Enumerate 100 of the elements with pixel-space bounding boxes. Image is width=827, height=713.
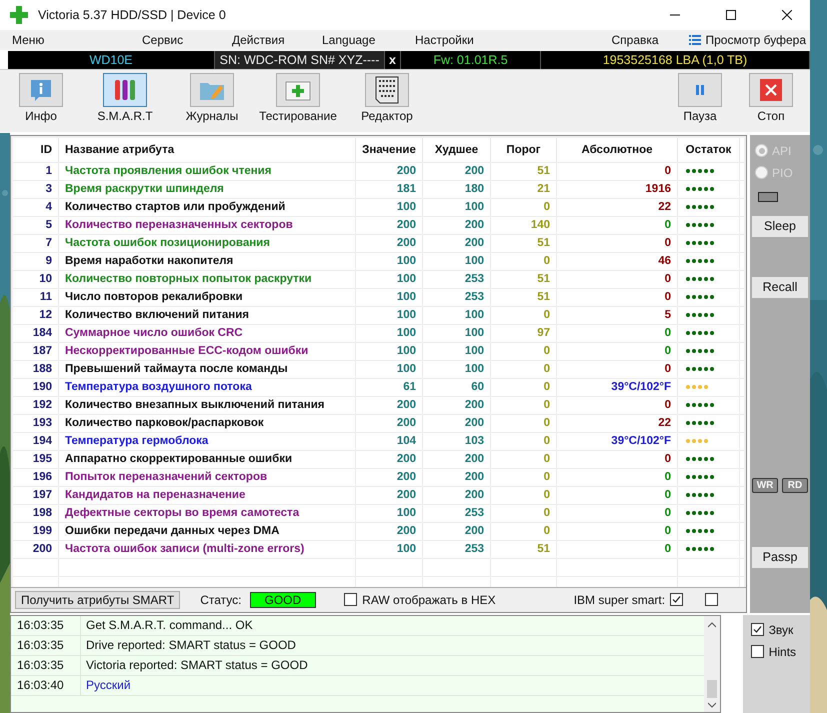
- table-cell: 0: [491, 432, 557, 450]
- radio-button[interactable]: [755, 144, 768, 158]
- menu-item[interactable]: Действия: [232, 32, 322, 47]
- table-cell: 51: [491, 540, 557, 558]
- table-cell: 200: [356, 522, 423, 540]
- column-header[interactable]: Худшее: [423, 138, 491, 162]
- table-cell: 200: [13, 540, 59, 558]
- maximize-icon[interactable]: [726, 10, 736, 20]
- table-cell: 22: [557, 198, 678, 216]
- radio-button[interactable]: [755, 166, 768, 180]
- table-cell: Нескорректированные ECC-кодом ошибки: [59, 342, 356, 360]
- table-cell: 190: [13, 378, 59, 396]
- table-cell: 0: [491, 450, 557, 468]
- column-header[interactable]: ID: [13, 138, 59, 162]
- log-time: 16:03:35: [11, 656, 81, 675]
- table-cell: 200: [356, 468, 423, 486]
- close-icon: [760, 79, 782, 102]
- table-cell: 0: [557, 486, 678, 504]
- table-cell: 0: [557, 270, 678, 288]
- column-header[interactable]: Название атрибута: [59, 138, 356, 162]
- table-cell: 253: [423, 540, 491, 558]
- checkbox-label: Hints: [768, 644, 796, 659]
- table-cell: 0: [557, 342, 678, 360]
- table-cell: 0: [557, 396, 678, 414]
- column-header[interactable]: Порог: [491, 138, 557, 162]
- checkbox-label: Звук: [768, 622, 794, 637]
- first-aid-kit-icon: [285, 79, 311, 102]
- menu-item[interactable]: Сервис: [142, 32, 232, 47]
- table-cell: 100: [356, 198, 423, 216]
- table-cell: 200: [356, 486, 423, 504]
- table-cell: Частота ошибок записи (multi-zone errors): [59, 540, 356, 558]
- scrollbar-thumb[interactable]: [706, 680, 717, 698]
- menu-item[interactable]: Меню: [12, 32, 142, 47]
- table-cell: 100: [356, 288, 423, 306]
- table-cell: 253: [423, 288, 491, 306]
- table-cell: 184: [13, 324, 59, 342]
- table-cell: 0: [491, 486, 557, 504]
- table-cell: 100: [423, 198, 491, 216]
- table-cell: 197: [13, 486, 59, 504]
- side-button[interactable]: Recall: [752, 276, 808, 298]
- buffer-view-button[interactable]: Просмотр буфера: [689, 32, 810, 47]
- pause-icon: [693, 83, 707, 98]
- get-smart-button[interactable]: Получить атрибуты SMART: [15, 590, 180, 609]
- column-header[interactable]: Остаток: [678, 138, 740, 162]
- table-cell: 0: [557, 360, 678, 378]
- menu-item[interactable]: Language: [322, 32, 415, 47]
- table-cell: Число повторов рекалибровки: [59, 288, 356, 306]
- window-title: Victoria 5.37 HDD/SSD | Device 0: [38, 8, 227, 22]
- table-cell: 0: [491, 252, 557, 270]
- table-cell: Превышений таймаута после команды: [59, 360, 356, 378]
- close-icon[interactable]: [782, 10, 792, 20]
- scroll-up-icon[interactable]: [708, 622, 716, 628]
- table-cell: 39°C/102°F: [557, 432, 678, 450]
- table-cell: 200: [356, 450, 423, 468]
- column-header[interactable]: Абсолютное: [557, 138, 678, 162]
- menu-item[interactable]: Справка: [611, 32, 690, 47]
- toolbar-button[interactable]: S.M.A.R.T: [70, 73, 180, 124]
- scroll-down-icon[interactable]: [708, 702, 716, 708]
- table-cell: 193: [13, 414, 59, 432]
- table-cell: Температура воздушного потока: [59, 378, 356, 396]
- table-cell: 51: [491, 162, 557, 180]
- side-button[interactable]: Passp: [752, 546, 808, 568]
- table-cell: 100: [356, 540, 423, 558]
- table-cell: 100: [423, 306, 491, 324]
- toolbar-button[interactable]: Пауза: [662, 73, 738, 124]
- table-cell: 5: [557, 306, 678, 324]
- table-cell: 180: [423, 180, 491, 198]
- list-icon: [689, 34, 702, 46]
- toolbar-button[interactable]: Редактор: [352, 73, 422, 124]
- toolbar-button[interactable]: Тестирование: [244, 73, 352, 124]
- table-cell: 187: [13, 342, 59, 360]
- table-cell: Количество стартов или пробуждений: [59, 198, 356, 216]
- side-button[interactable]: Sleep: [752, 216, 808, 237]
- checkbox[interactable]: [705, 593, 718, 606]
- table-cell: 0: [557, 468, 678, 486]
- table-cell: 104: [356, 432, 423, 450]
- table-cell: Время раскрутки шпинделя: [59, 180, 356, 198]
- activity-indicator: RD: [782, 478, 808, 493]
- toolbar-button[interactable]: Стоп: [738, 73, 804, 124]
- checkbox[interactable]: [750, 623, 764, 636]
- table-cell: 22: [557, 414, 678, 432]
- checkbox-label: RAW отображать в HEX: [362, 592, 496, 607]
- toolbar-button[interactable]: Журналы: [180, 73, 244, 124]
- checkbox[interactable]: [750, 645, 764, 658]
- table-cell: 0: [491, 360, 557, 378]
- menu-item[interactable]: Настройки: [415, 32, 515, 47]
- serial-number: SN: WDC-ROM SN# XYZ----: [215, 50, 385, 70]
- table-cell: Частота проявления ошибок чтения: [59, 162, 356, 180]
- table-cell: 196: [13, 468, 59, 486]
- table-cell: 200: [423, 234, 491, 252]
- table-cell: 103: [423, 432, 491, 450]
- table-cell: 9: [13, 252, 59, 270]
- table-cell: 21: [491, 180, 557, 198]
- checkbox[interactable]: [344, 593, 358, 606]
- table-cell: 100: [356, 306, 423, 324]
- checkbox-label: IBM super smart:: [574, 592, 666, 607]
- table-cell: 100: [423, 252, 491, 270]
- table-cell: 200: [423, 450, 491, 468]
- checkbox[interactable]: [670, 593, 684, 606]
- column-header[interactable]: Значение: [356, 138, 423, 162]
